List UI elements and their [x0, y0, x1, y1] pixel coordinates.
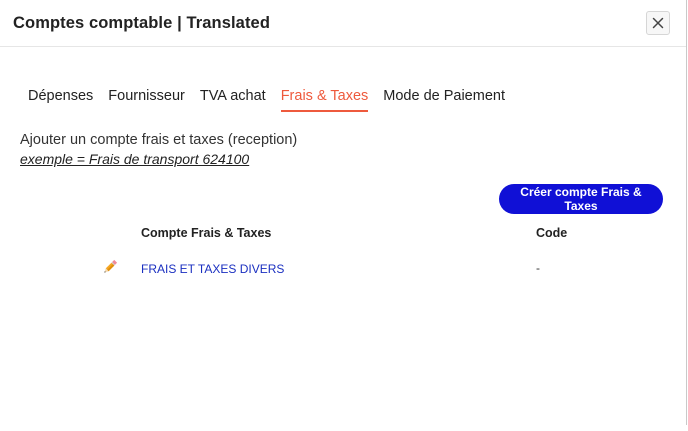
- example-text: exemple = Frais de transport 624100: [20, 151, 250, 167]
- tab-bar: Dépenses Fournisseur TVA achat Frais & T…: [28, 88, 520, 112]
- accounting-accounts-modal: Comptes comptable | Translated Dépenses …: [0, 0, 687, 430]
- account-code: -: [536, 261, 540, 275]
- section-description: Ajouter un compte frais et taxes (recept…: [20, 132, 298, 148]
- tab-tva-achat[interactable]: TVA achat: [200, 88, 266, 112]
- close-button[interactable]: [646, 11, 670, 35]
- bottom-edge: [0, 425, 688, 431]
- column-header-code: Code: [536, 226, 568, 240]
- pencil-icon[interactable]: [101, 258, 119, 276]
- column-header-account: Compte Frais & Taxes: [141, 226, 272, 240]
- modal-header: Comptes comptable | Translated: [0, 0, 686, 47]
- tab-fournisseur[interactable]: Fournisseur: [108, 88, 185, 112]
- tab-frais-taxes[interactable]: Frais & Taxes: [280, 88, 368, 112]
- tab-mode-de-paiement[interactable]: Mode de Paiement: [383, 88, 505, 112]
- close-icon: [652, 17, 664, 29]
- create-account-button[interactable]: Créer compte Frais & Taxes: [499, 184, 663, 214]
- account-name-link[interactable]: FRAIS ET TAXES DIVERS: [141, 262, 284, 276]
- modal-title: Comptes comptable | Translated: [13, 14, 271, 32]
- tab-depenses[interactable]: Dépenses: [28, 88, 93, 112]
